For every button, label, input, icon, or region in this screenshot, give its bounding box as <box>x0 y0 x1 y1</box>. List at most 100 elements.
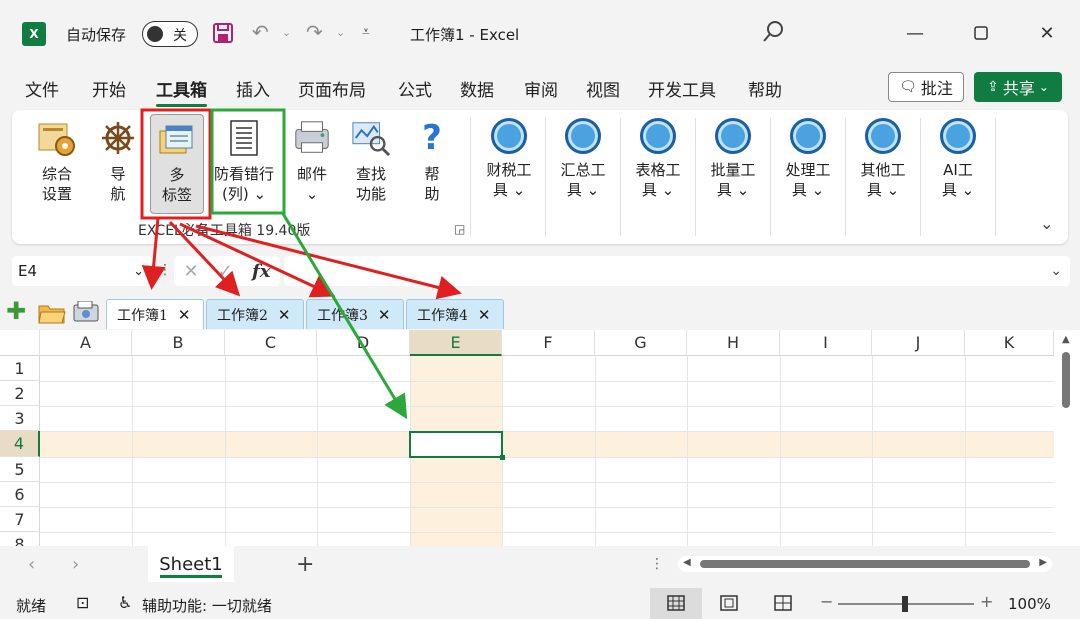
close-tab-icon[interactable]: ✕ <box>278 306 291 324</box>
row-header-8[interactable]: 8 <box>0 532 40 546</box>
tab-file[interactable]: 文件 <box>25 76 59 101</box>
page-break-view-icon[interactable] <box>774 595 792 615</box>
save-as-image-icon[interactable] <box>72 300 100 329</box>
tab-view[interactable]: 视图 <box>586 76 620 101</box>
redo-icon[interactable]: ↷ <box>306 20 323 44</box>
horizontal-scrollbar[interactable]: ◀ ▶ <box>678 556 1052 572</box>
close-tab-icon[interactable]: ✕ <box>178 306 191 324</box>
comments-button[interactable]: 🗨 批注 <box>888 72 964 102</box>
macro-record-icon[interactable]: ⊡ <box>76 593 89 612</box>
add-sheet-button[interactable]: + <box>296 552 314 577</box>
zoom-in-icon[interactable]: + <box>980 592 993 611</box>
more-options-icon[interactable]: ⋮ <box>158 262 172 278</box>
customize-qat-icon[interactable]: ⩡ <box>362 24 370 40</box>
column-header-h[interactable]: H <box>687 330 780 356</box>
more-options-icon[interactable]: ⋮ <box>650 556 664 572</box>
dialog-launcher-icon[interactable]: ◲ <box>454 222 465 236</box>
new-workbook-plus-icon[interactable]: ✚ <box>6 297 26 325</box>
zoom-out-icon[interactable]: − <box>820 592 833 611</box>
tab-developer[interactable]: 开发工具 <box>648 76 716 101</box>
workbook-tab-2[interactable]: 工作簿2 ✕ <box>206 299 304 329</box>
tab-review[interactable]: 审阅 <box>524 76 558 101</box>
column-header-i[interactable]: I <box>780 330 872 356</box>
undo-dropdown-icon[interactable]: ⌄ <box>282 26 291 39</box>
undo-icon[interactable]: ↶ <box>252 20 269 44</box>
row-header-1[interactable]: 1 <box>0 356 40 381</box>
accessibility-status[interactable]: 辅助功能: 一切就绪 <box>142 595 272 616</box>
row-header-6[interactable]: 6 <box>0 482 40 507</box>
anti-misread-row-button[interactable]: 防看错行 (列) ⌄ <box>208 118 280 204</box>
column-header-k[interactable]: K <box>965 330 1054 356</box>
workbook-tab-3[interactable]: 工作簿3 ✕ <box>306 299 404 329</box>
page-layout-view-icon[interactable] <box>720 595 738 615</box>
mail-button[interactable]: 邮件 ⌄ <box>288 118 336 204</box>
row-header-4[interactable]: 4 <box>0 431 40 457</box>
maximize-icon[interactable] <box>966 18 996 48</box>
workbook-tab-1[interactable]: 工作簿1 ✕ <box>106 299 204 329</box>
next-sheet-icon[interactable]: › <box>72 554 79 575</box>
formula-input[interactable]: ⌄ <box>284 256 1070 286</box>
vertical-scroll-thumb[interactable] <box>1062 352 1070 408</box>
ribbon-collapse-chevron-icon[interactable]: ⌄ <box>1040 214 1053 233</box>
select-all-corner[interactable] <box>0 330 40 356</box>
confirm-entry-icon[interactable]: ✓ <box>218 261 233 282</box>
row-header-7[interactable]: 7 <box>0 507 40 532</box>
tab-help[interactable]: 帮助 <box>748 76 782 101</box>
summary-tools-button[interactable]: 汇总工 具 ⌄ <box>552 118 614 200</box>
column-header-a[interactable]: A <box>40 330 132 356</box>
tax-tools-button[interactable]: 财税工 具 ⌄ <box>478 118 540 200</box>
scroll-up-icon[interactable]: ▲ <box>1062 334 1070 345</box>
ai-tools-button[interactable]: AI工 具 ⌄ <box>927 118 989 200</box>
tab-formulas[interactable]: 公式 <box>398 76 432 101</box>
share-button[interactable]: ⇪ 共享 ⌄ <box>974 72 1062 102</box>
close-tab-icon[interactable]: ✕ <box>478 306 491 324</box>
search-icon[interactable] <box>762 20 784 48</box>
column-header-f[interactable]: F <box>502 330 595 356</box>
cancel-entry-icon[interactable]: ✕ <box>184 261 199 282</box>
chevron-down-icon[interactable]: ⌄ <box>133 264 144 279</box>
save-icon[interactable] <box>212 22 234 48</box>
column-header-b[interactable]: B <box>132 330 225 356</box>
process-tools-button[interactable]: 处理工 具 ⌄ <box>777 118 839 200</box>
tab-data[interactable]: 数据 <box>460 76 494 101</box>
other-tools-button[interactable]: 其他工 具 ⌄ <box>852 118 914 200</box>
workbook-tab-4[interactable]: 工作簿4 ✕ <box>406 299 504 329</box>
name-box[interactable]: E4 ⌄ <box>12 256 152 286</box>
spreadsheet-grid[interactable]: A B C D E F G H I J K 1 2 3 4 5 6 7 8 <box>0 330 1054 546</box>
normal-view-button[interactable] <box>650 588 702 619</box>
insert-function-icon[interactable]: fx <box>252 261 270 282</box>
zoom-slider-knob[interactable] <box>902 596 908 612</box>
close-tab-icon[interactable]: ✕ <box>378 306 391 324</box>
vertical-scrollbar[interactable]: ▲ <box>1054 330 1080 546</box>
accessibility-icon[interactable]: ♿ <box>118 593 132 612</box>
table-tools-button[interactable]: 表格工 具 ⌄ <box>627 118 689 200</box>
column-header-e[interactable]: E <box>410 330 502 356</box>
scroll-right-icon[interactable]: ▶ <box>1039 557 1047 568</box>
close-icon[interactable]: ✕ <box>1032 18 1062 48</box>
settings-button[interactable]: 综合 设置 <box>34 118 80 204</box>
redo-dropdown-icon[interactable]: ⌄ <box>336 26 345 39</box>
column-header-j[interactable]: J <box>872 330 965 356</box>
zoom-level[interactable]: 100% <box>1008 595 1051 613</box>
expand-formula-icon[interactable]: ⌄ <box>1050 263 1062 279</box>
row-header-5[interactable]: 5 <box>0 457 40 482</box>
tab-toolbox[interactable]: 工具箱 <box>156 76 207 107</box>
multi-tab-button[interactable]: 多 标签 <box>150 114 204 214</box>
help-button[interactable]: ? 帮 助 <box>412 118 452 204</box>
column-header-d[interactable]: D <box>317 330 410 356</box>
open-folder-icon[interactable] <box>38 302 66 328</box>
prev-sheet-icon[interactable]: ‹ <box>28 554 35 575</box>
horizontal-scroll-thumb[interactable] <box>700 560 1030 568</box>
column-header-g[interactable]: G <box>595 330 687 356</box>
navigation-button[interactable]: 导 航 <box>98 118 138 204</box>
column-header-c[interactable]: C <box>225 330 317 356</box>
tab-insert[interactable]: 插入 <box>236 76 270 101</box>
autosave-toggle[interactable]: 关 <box>142 21 198 47</box>
scroll-left-icon[interactable]: ◀ <box>683 557 691 568</box>
row-header-2[interactable]: 2 <box>0 381 40 406</box>
batch-tools-button[interactable]: 批量工 具 ⌄ <box>702 118 764 200</box>
sheet-tab-sheet1[interactable]: Sheet1 <box>148 546 234 582</box>
tab-page-layout[interactable]: 页面布局 <box>298 76 366 101</box>
find-feature-button[interactable]: 查找 功能 <box>348 118 394 204</box>
minimize-icon[interactable]: — <box>900 18 930 48</box>
